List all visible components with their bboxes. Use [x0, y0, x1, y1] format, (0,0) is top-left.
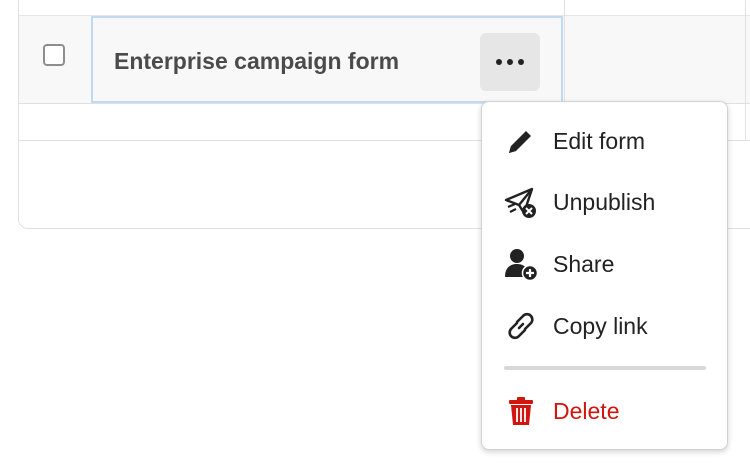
menu-item-share[interactable]: Share — [482, 238, 727, 290]
trash-icon — [504, 394, 538, 428]
link-icon — [504, 309, 538, 343]
menu-item-edit-form[interactable]: Edit form — [482, 115, 727, 167]
more-horizontal-icon — [496, 59, 524, 65]
menu-divider — [504, 366, 706, 370]
column-divider — [564, 0, 565, 104]
menu-item-unpublish[interactable]: Unpublish — [482, 176, 727, 228]
form-name: Enterprise campaign form — [114, 48, 400, 74]
user-add-icon — [504, 247, 538, 281]
more-actions-button[interactable] — [480, 33, 540, 91]
form-name-cell[interactable]: Enterprise campaign form — [91, 16, 563, 103]
table-row[interactable]: Enterprise campaign form — [19, 15, 750, 104]
unpublish-icon — [504, 185, 538, 219]
row-checkbox[interactable] — [43, 44, 65, 66]
column-divider — [745, 0, 746, 141]
menu-item-delete[interactable]: Delete — [482, 385, 727, 437]
pencil-icon — [504, 124, 538, 158]
table-row — [19, 0, 750, 16]
actions-menu: Edit form Unpublish Share Copy link Dele… — [481, 101, 728, 450]
menu-item-copy-link[interactable]: Copy link — [482, 300, 727, 352]
